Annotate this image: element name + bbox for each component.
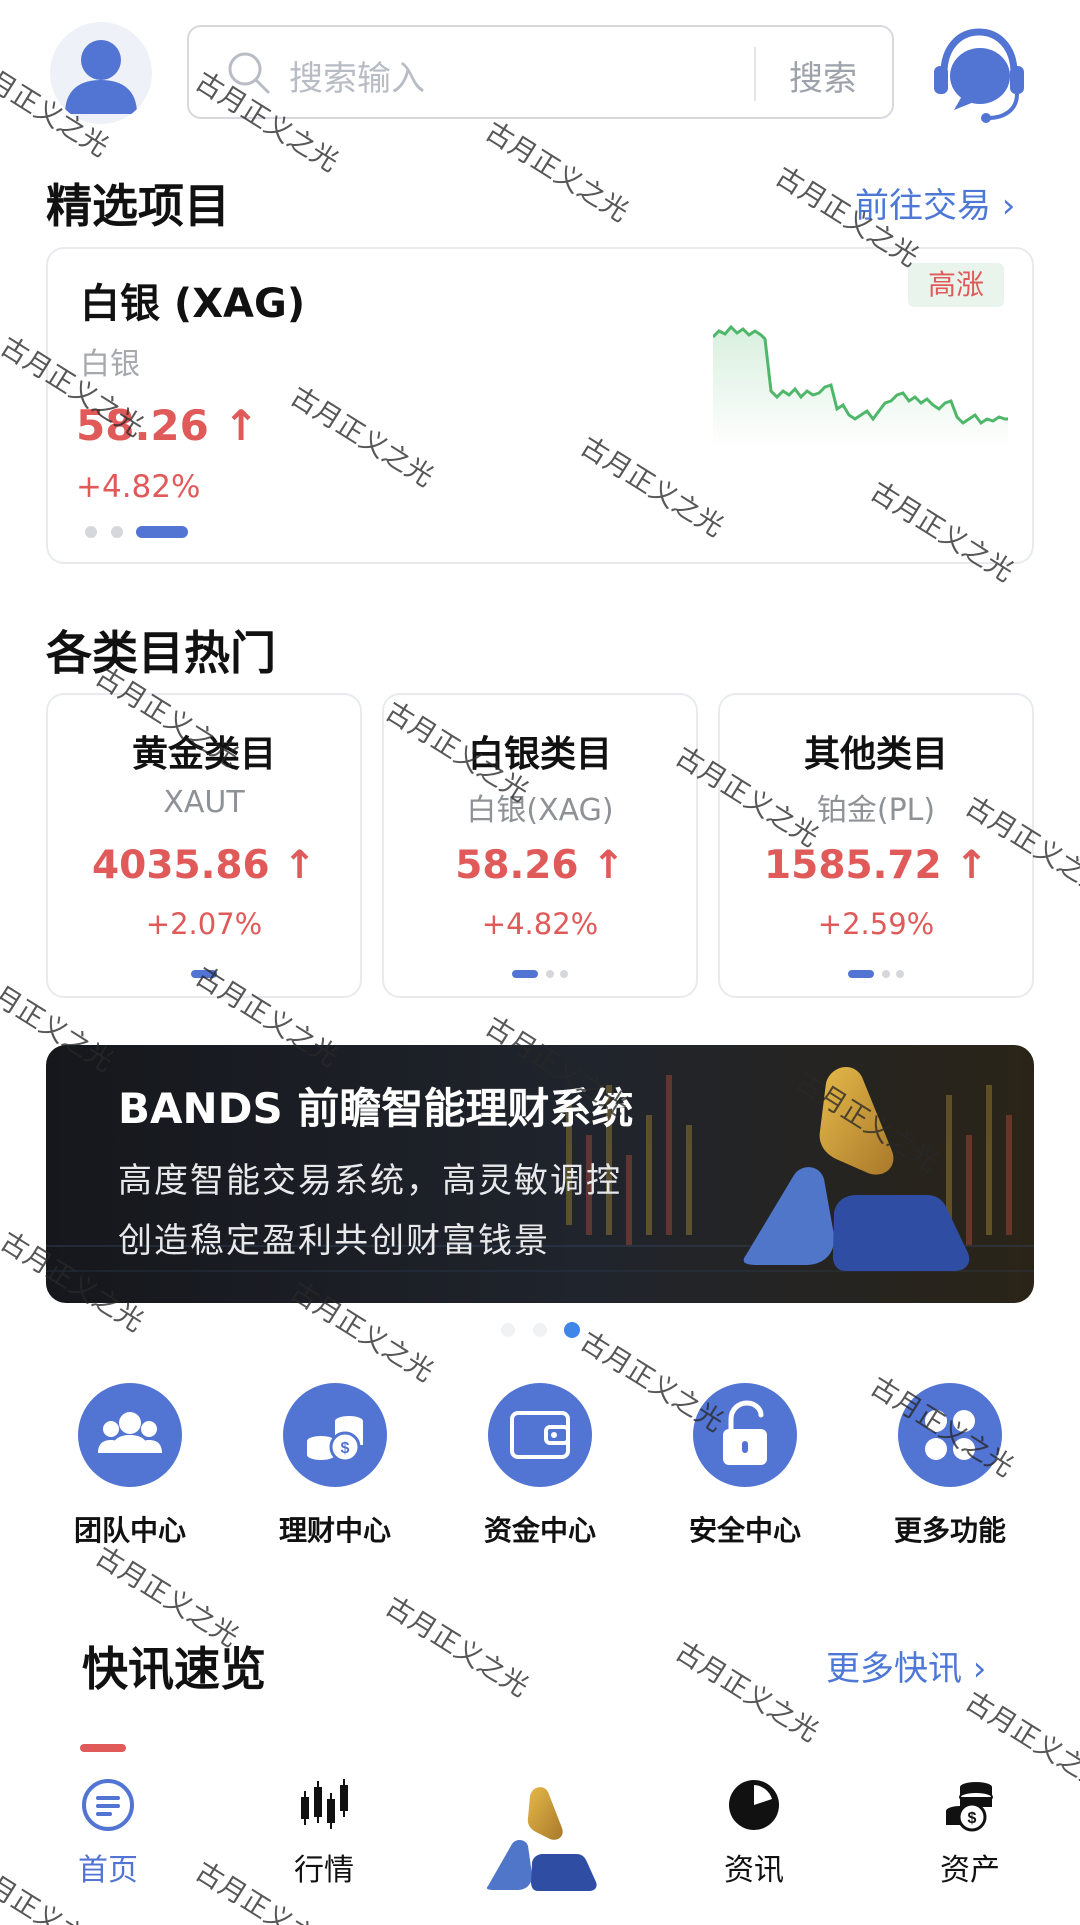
bands-logo-icon: [743, 1066, 970, 1271]
banner-pager-dots: [501, 1322, 580, 1338]
tab-news[interactable]: 资讯: [674, 1777, 834, 1917]
svg-text:$: $: [341, 1440, 350, 1457]
category-price: 58.26 ↑: [455, 843, 625, 888]
category-card-other[interactable]: 其他类目 铂金(PL) 1585.72 ↑ +2.59%: [718, 693, 1034, 998]
category-title: 白银类目: [467, 734, 612, 775]
header: 搜索输入 搜索: [0, 0, 1080, 140]
team-center-label: 团队中心: [73, 1514, 186, 1547]
category-pager-dots: [384, 964, 696, 983]
category-symbol: 铂金(PL): [816, 793, 936, 828]
search-placeholder: 搜索输入: [289, 59, 425, 99]
category-symbol: 白银(XAG): [466, 793, 614, 828]
security-center-label: 安全中心: [688, 1514, 801, 1547]
category-card-gold[interactable]: 黄金类目 XAUT 4035.86 ↑ +2.07%: [46, 693, 362, 998]
search-icon: [228, 52, 270, 94]
banner-text-line2: 创造稳定盈利共创财富钱景: [118, 1221, 550, 1261]
more-features-label: 更多功能: [893, 1514, 1006, 1547]
category-pager-dots: [720, 964, 1032, 983]
tab-market[interactable]: 行情: [244, 1777, 404, 1917]
category-price: 4035.86 ↑: [92, 843, 316, 888]
category-pager-dots: [48, 964, 360, 983]
category-title: 其他类目: [803, 734, 948, 775]
more-features-button[interactable]: 更多功能: [865, 1383, 1035, 1553]
more-news-link[interactable]: 更多快讯 ›: [826, 1641, 986, 1690]
news-tab-indicator: [80, 1744, 126, 1752]
team-center-button[interactable]: 团队中心: [45, 1383, 215, 1553]
watermark-text: 古月正义之光: [379, 1590, 534, 1704]
promo-banner[interactable]: BANDS 前瞻智能理财系统 高度智能交易系统，高灵敏调控 创造稳定盈利共创财富…: [46, 1045, 1034, 1303]
fund-center-button[interactable]: 资金中心: [455, 1383, 625, 1553]
security-center-button[interactable]: 安全中心: [660, 1383, 830, 1553]
featured-name: 白银 (XAG): [80, 281, 306, 327]
featured-price: 58.26 ↑: [76, 401, 259, 450]
tab-news-label: 资讯: [724, 1853, 784, 1888]
brand-logo-icon[interactable]: [482, 1780, 600, 1898]
featured-title: 精选项目: [46, 179, 230, 233]
category-change: +2.07%: [145, 907, 263, 941]
categories-title: 各类目热门: [46, 626, 276, 680]
search-divider: [754, 47, 756, 101]
news-title: 快讯速览: [82, 1642, 266, 1696]
category-price: 1585.72 ↑: [764, 843, 988, 888]
search-input[interactable]: 搜索输入 搜索: [187, 25, 894, 119]
watermark-text: 古月正义之光: [669, 1635, 824, 1749]
pie-chart-icon: [729, 1780, 779, 1830]
coin-stack-icon: $: [946, 1782, 993, 1832]
category-change: +2.59%: [817, 907, 935, 941]
svg-text:$: $: [968, 1810, 977, 1827]
wealth-center-label: 理财中心: [278, 1514, 391, 1547]
trend-badge: 高涨: [907, 263, 1004, 307]
search-button[interactable]: 搜索: [789, 51, 857, 100]
tab-home-label: 首页: [78, 1853, 138, 1888]
featured-pager-dots: [85, 526, 188, 538]
category-title: 黄金类目: [131, 734, 276, 775]
user-avatar[interactable]: [50, 22, 152, 124]
wallet-icon: [488, 1383, 592, 1487]
avatar-person-icon: [65, 40, 137, 114]
category-change: +4.82%: [481, 907, 599, 941]
tab-assets[interactable]: $ 资产: [890, 1777, 1050, 1917]
more-icon: [898, 1383, 1002, 1487]
banner-text-line1: 高度智能交易系统，高灵敏调控: [118, 1161, 622, 1201]
featured-change: +4.82%: [76, 469, 201, 505]
banner-title: BANDS 前瞻智能理财系统: [118, 1084, 634, 1133]
candlestick-icon: [301, 1779, 348, 1829]
tab-market-label: 行情: [294, 1853, 354, 1888]
category-card-silver[interactable]: 白银类目 白银(XAG) 58.26 ↑ +4.82%: [382, 693, 698, 998]
home-icon: [82, 1779, 134, 1831]
go-trade-link[interactable]: 前往交易 ›: [855, 178, 1015, 227]
wealth-center-button[interactable]: $ 理财中心: [250, 1383, 420, 1553]
bottom-tab-bar: 首页 行情 资讯 $ 资产: [0, 1755, 1080, 1925]
featured-card[interactable]: 白银 (XAG) 高涨 白银 58.26 ↑ +4.82%: [46, 247, 1034, 564]
sparkline-chart: [713, 324, 1008, 449]
featured-sub: 白银: [80, 347, 140, 382]
category-symbol: XAUT: [163, 785, 245, 820]
coins-icon: $: [283, 1383, 387, 1487]
tab-home[interactable]: 首页: [28, 1777, 188, 1917]
fund-center-label: 资金中心: [483, 1514, 596, 1547]
team-icon: [78, 1383, 182, 1487]
customer-service-icon[interactable]: [924, 18, 1034, 128]
tab-assets-label: 资产: [940, 1853, 1000, 1888]
lock-icon: [693, 1383, 797, 1487]
